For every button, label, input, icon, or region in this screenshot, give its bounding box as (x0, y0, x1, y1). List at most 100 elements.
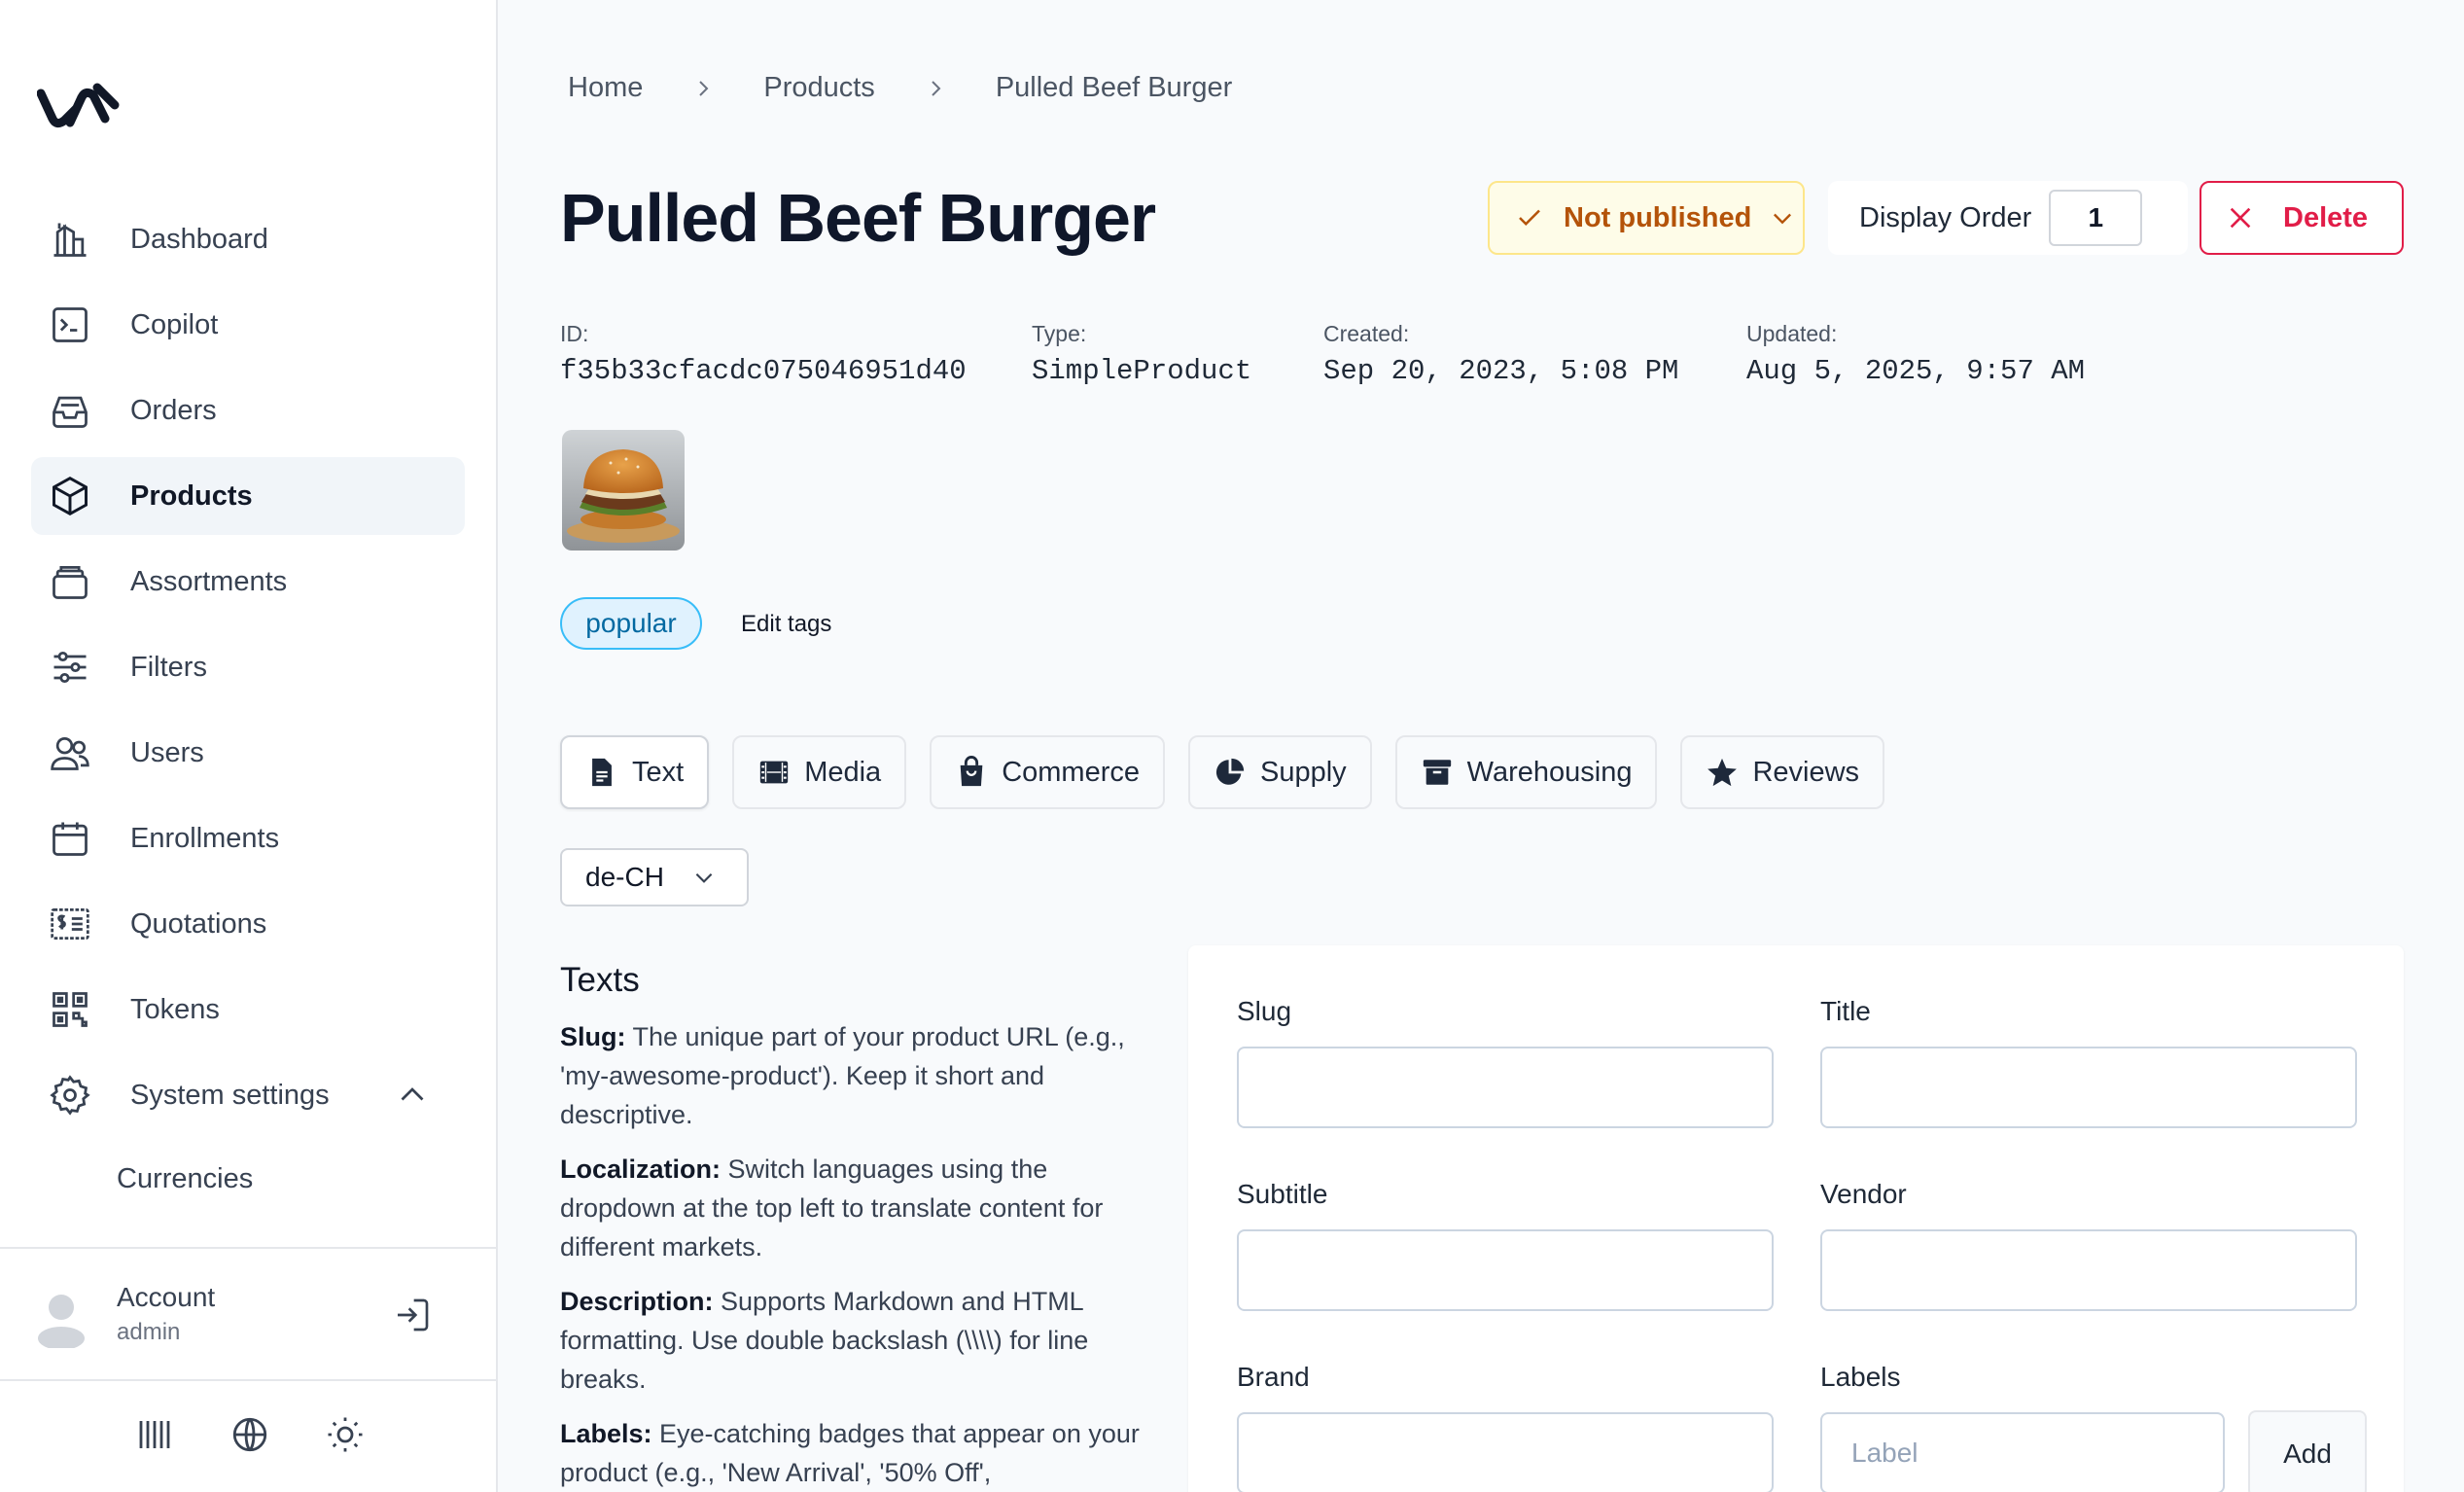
slug-label: Slug (1237, 996, 1292, 1026)
nav-label: Filters (130, 651, 207, 683)
tab-text[interactable]: Text (560, 735, 710, 809)
delete-label: Delete (2283, 201, 2369, 233)
receipt-icon (51, 907, 89, 941)
breadcrumb-home[interactable]: Home (568, 72, 643, 104)
account-panel[interactable]: Account admin (37, 1274, 445, 1362)
nav-item-orders[interactable]: Orders (31, 372, 465, 449)
nav-label: Orders (130, 394, 217, 426)
chevron-up-icon[interactable] (395, 1078, 430, 1113)
nav-item-dashboard[interactable]: Dashboard (31, 200, 465, 278)
help-term: Localization: (560, 1155, 722, 1184)
qr-code-icon (53, 992, 88, 1027)
display-order-label: Display Order (1859, 201, 2032, 233)
terminal-icon (53, 307, 88, 342)
help-term: Slug: (560, 1022, 626, 1051)
sidebar-footer (134, 1414, 366, 1455)
help-title: Texts (560, 961, 640, 999)
help-item: Slug: The unique part of your product UR… (560, 1017, 1163, 1134)
title-input[interactable] (1820, 1047, 2357, 1128)
tab-label: Media (804, 756, 882, 788)
shopping-bag-icon (960, 756, 983, 787)
close-icon (2230, 207, 2251, 229)
tab-warehousing[interactable]: Warehousing (1394, 735, 1658, 809)
nav-item-copilot[interactable]: Copilot (31, 286, 465, 364)
meta-created: Created: Sep 20, 2023, 5:08 PM (1323, 321, 1678, 387)
account-name: Account (117, 1282, 216, 1312)
nav-item-system-settings[interactable]: System settings (31, 1056, 465, 1134)
meta-type: Type: SimpleProduct (1032, 321, 1251, 387)
locale-select[interactable]: de-CH (560, 848, 749, 906)
brand-logo-icon[interactable] (37, 76, 121, 138)
tab-commerce[interactable]: Commerce (930, 735, 1165, 809)
add-label-button[interactable]: Add (2248, 1410, 2367, 1492)
locale-value: de-CH (585, 862, 664, 892)
title-label: Title (1820, 996, 1871, 1026)
help-item: Labels: Eye-catching badges that appear … (560, 1414, 1163, 1492)
meta-value: Aug 5, 2025, 9:57 AM (1746, 355, 2086, 387)
chevron-down-icon (1774, 213, 1792, 225)
tag-badge: popular (560, 597, 702, 650)
product-thumbnail[interactable] (562, 430, 685, 551)
nav-label: Products (130, 480, 253, 512)
delete-button[interactable]: Delete (2200, 181, 2404, 255)
page-title: Pulled Beef Burger (560, 180, 1156, 256)
labels-label: Labels (1820, 1362, 1901, 1392)
meta-label: Type: (1032, 321, 1087, 346)
edit-tags-link[interactable]: Edit tags (741, 611, 831, 638)
help-item: Description: Supports Markdown and HTML … (560, 1282, 1163, 1399)
meta-value: f35b33cfacdc075046951d40 (560, 355, 967, 387)
subtitle-input[interactable] (1237, 1229, 1774, 1311)
nav-item-tokens[interactable]: Tokens (31, 971, 465, 1048)
status-label: Not published (1564, 201, 1752, 233)
tab-reviews[interactable]: Reviews (1680, 735, 1885, 809)
publish-status-dropdown[interactable]: Not published (1488, 181, 1805, 255)
help-term: Labels: (560, 1419, 652, 1448)
sidebar: Dashboard Copilot Orders Products Assort… (0, 0, 498, 1492)
main-nav: Dashboard Copilot Orders Products Assort… (31, 200, 465, 1216)
subtitle-label: Subtitle (1237, 1179, 1328, 1209)
tab-media[interactable]: Media (732, 735, 907, 809)
nav-item-filters[interactable]: Filters (31, 628, 465, 706)
breadcrumb-products[interactable]: Products (763, 72, 874, 104)
text-form: Slug Title Subtitle Vendor Brand Labels … (1188, 945, 2404, 1492)
label-input[interactable] (1820, 1412, 2225, 1492)
inbox-icon (53, 396, 88, 428)
vendor-label: Vendor (1820, 1179, 1907, 1209)
barcode-icon[interactable] (134, 1414, 175, 1455)
globe-icon[interactable] (229, 1414, 270, 1455)
archive-icon (1423, 760, 1451, 785)
logout-icon[interactable] (393, 1296, 432, 1334)
tab-label: Commerce (1002, 756, 1140, 788)
vendor-input[interactable] (1820, 1229, 2357, 1311)
chevron-down-icon (695, 872, 713, 883)
sun-icon[interactable] (325, 1414, 366, 1455)
meta-label: ID: (560, 321, 589, 346)
breadcrumb: Home Products Pulled Beef Burger (568, 72, 1232, 104)
chevron-right-icon (699, 80, 709, 96)
nav-label: Dashboard (130, 223, 268, 255)
nav-subitem-currencies[interactable]: Currencies (31, 1142, 465, 1216)
chart-building-icon (53, 223, 87, 257)
avatar-icon (38, 1295, 85, 1348)
breadcrumb-current: Pulled Beef Burger (995, 72, 1233, 103)
slug-input[interactable] (1237, 1047, 1774, 1128)
check-icon (1519, 209, 1540, 227)
tab-label: Supply (1260, 756, 1347, 788)
nav-item-enrollments[interactable]: Enrollments (31, 799, 465, 877)
cube-icon (53, 476, 88, 516)
nav-item-users[interactable]: Users (31, 714, 465, 792)
sliders-icon (53, 651, 87, 684)
tab-supply[interactable]: Supply (1188, 735, 1372, 809)
nav-item-products[interactable]: Products (31, 457, 465, 535)
meta-value: SimpleProduct (1032, 355, 1252, 387)
tab-label: Warehousing (1466, 756, 1633, 788)
help-panel: Texts Slug: The unique part of your prod… (560, 961, 1163, 1492)
nav-item-quotations[interactable]: Quotations (31, 885, 465, 963)
help-item: Localization: Switch languages using the… (560, 1150, 1163, 1266)
gear-icon (50, 1075, 90, 1116)
brand-input[interactable] (1237, 1412, 1774, 1492)
calendar-icon (53, 822, 88, 856)
nav-item-assortments[interactable]: Assortments (31, 543, 465, 621)
chevron-right-icon (932, 80, 941, 96)
display-order-input[interactable] (2049, 190, 2143, 246)
